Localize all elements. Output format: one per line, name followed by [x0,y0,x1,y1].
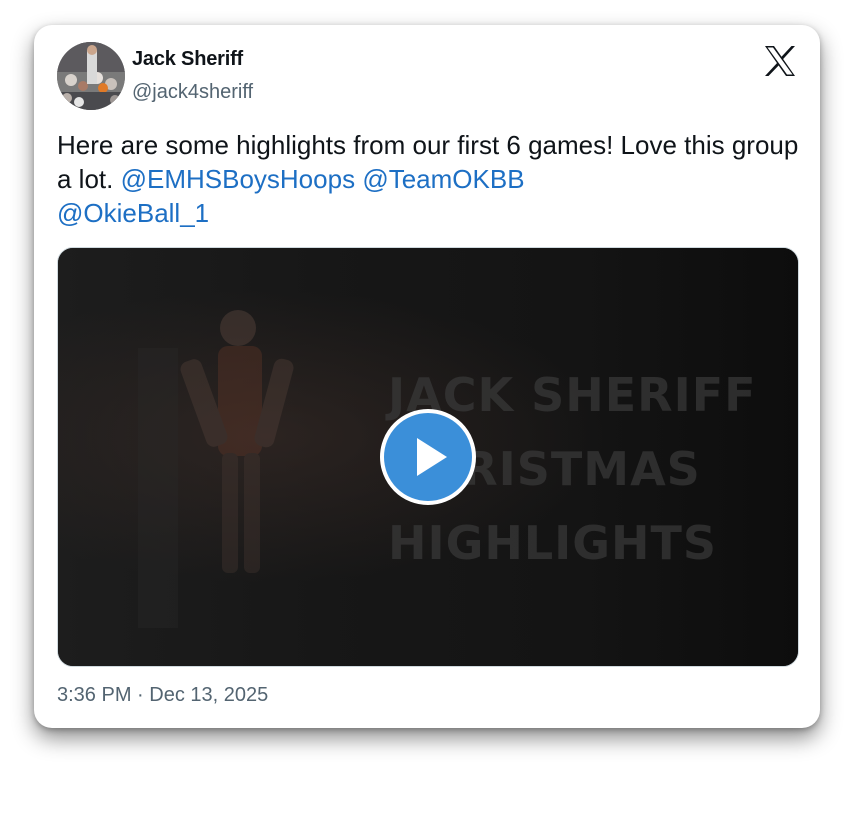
tweet-text: Here are some highlights from our first … [57,128,802,230]
x-logo-icon[interactable] [764,46,796,76]
avatar-photo-icon [57,42,125,110]
author-handle[interactable]: @jack4sheriff [132,81,253,104]
play-icon [417,438,447,476]
tweet-card: Jack Sheriff @jack4sheriff Here are some… [34,25,820,728]
video-media[interactable]: JACK SHERIFF CHRISTMAS HIGHLIGHTS [57,247,799,667]
author-name[interactable]: Jack Sheriff [132,48,243,71]
mention-link[interactable]: @EMHSBoysHoops [121,164,355,194]
overlay-line: HIGHLIGHTS [388,516,718,570]
play-button[interactable] [380,409,476,505]
player-silhouette-icon [138,310,294,628]
tweet-timestamp[interactable]: 3:36 PM · Dec 13, 2025 [57,684,268,707]
mention-link[interactable]: @TeamOKBB [362,164,524,194]
mention-link[interactable]: @OkieBall_1 [57,198,209,228]
author-avatar[interactable] [57,42,125,110]
